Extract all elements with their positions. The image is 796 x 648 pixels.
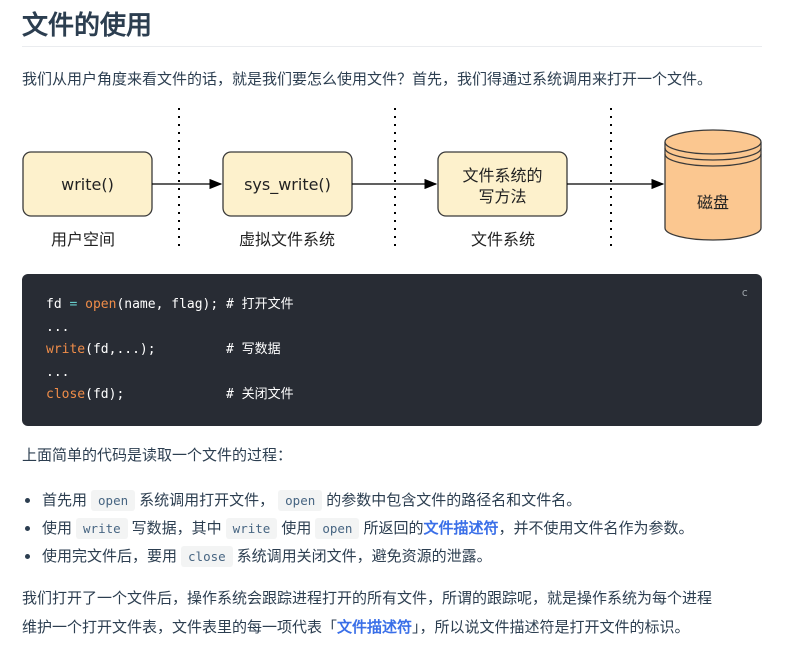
list-text: 系统调用打开文件， [139, 491, 275, 509]
layer-label-vfs: 虚拟文件系统 [239, 230, 335, 249]
layer-label-filesystem: 文件系统 [471, 230, 535, 249]
code-token: fd [46, 297, 70, 312]
file-write-diagram: write() sys_write() 文件系统的 写方法 磁盘 用户空间 虚拟… [22, 108, 762, 250]
code-content: fd = open(name, flag); # 打开文件 ... write(… [46, 294, 294, 407]
code-line: write(fd,...); # 写数据 [46, 342, 281, 357]
step-list: 首先用 open 系统调用打开文件， open 的参数中包含文件的路径名和文件名。 使用… [22, 486, 762, 570]
layer-label-user-space: 用户空间 [51, 230, 115, 249]
fs-write-method-label-line1: 文件系统的 [462, 166, 542, 185]
inline-code: close [181, 546, 233, 567]
list-text: 的参数中包含文件的路径名和文件名。 [326, 491, 582, 509]
intro-paragraph: 我们从用户角度来看文件的话，就是我们要怎么使用文件？首先，我们得通过系统调用来打… [22, 70, 713, 88]
summary-paragraph: 我们打开了一个文件后，操作系统会跟踪进程打开的所有文件，所谓的跟踪呢，就是操作系… [22, 584, 764, 642]
summary-line-2b: 」，所以说文件描述符是打开文件的标识。 [412, 618, 690, 636]
code-token: (name, flag); # 打开文件 [116, 297, 294, 312]
page-title: 文件的使用 [22, 11, 153, 41]
code-block: c fd = open(name, flag); # 打开文件 ... writ… [22, 274, 762, 426]
heading-divider [22, 46, 762, 47]
inline-code: open [278, 490, 323, 511]
code-line: ... [46, 365, 69, 380]
code-token: ... [46, 319, 70, 335]
fs-write-method-label-line2: 写方法 [478, 187, 526, 206]
list-text: 首先用 [42, 491, 88, 509]
list-text: 使用完文件后，要用 [42, 547, 178, 565]
summary-line-2a: 维护一个打开文件表，文件表里的每一项代表「 [22, 618, 338, 636]
list-text: 系统调用关闭文件，避免资源的泄露。 [236, 547, 492, 565]
code-language-label: c [741, 286, 748, 299]
code-token: (fd,...); # 写数据 [85, 342, 281, 358]
write-box-label: write() [61, 175, 114, 194]
code-token: (fd); # 关闭文件 [85, 387, 294, 403]
disk-label: 磁盘 [697, 193, 729, 212]
sys-write-box-label: sys_write() [244, 175, 331, 195]
code-function-token: write [46, 342, 86, 358]
inline-code: write [225, 518, 278, 539]
list-item: 使用 write 写数据，其中 write 使用 open 所返回的文件描述符，并不使用文件… [25, 514, 762, 542]
code-explanation-paragraph: 上面简单的代码是读取一个文件的过程： [22, 446, 293, 464]
disk-cylinder [664, 129, 762, 241]
list-item: 首先用 open 系统调用打开文件， open 的参数中包含文件的路径名和文件名。 [25, 486, 762, 514]
list-text: 写数据，其中 [131, 519, 222, 537]
code-line: ... [46, 320, 69, 335]
inline-code: open [91, 490, 136, 511]
list-text: 所返回的 [363, 519, 424, 537]
list-text: ，并不使用文件名作为参数。 [498, 519, 694, 537]
summary-line-1: 我们打开了一个文件后，操作系统会跟踪进程打开的所有文件，所谓的跟踪呢，就是操作系… [22, 589, 713, 607]
file-descriptor-link[interactable]: 文件描述符 [337, 618, 412, 636]
list-text: 使用 [42, 519, 73, 537]
code-line: close(fd); # 关闭文件 [46, 387, 294, 402]
list-text: 使用 [281, 519, 312, 537]
code-function-token: close [46, 387, 86, 403]
inline-code: write [76, 518, 128, 539]
code-line: fd = open(name, flag); # 打开文件 [46, 297, 294, 312]
list-item: 使用完文件后，要用 close 系统调用关闭文件，避免资源的泄露。 [25, 542, 762, 570]
code-function-token: open [85, 297, 117, 312]
file-descriptor-link[interactable]: 文件描述符 [423, 519, 498, 537]
inline-code: open [315, 518, 360, 539]
code-token: ... [46, 364, 70, 380]
